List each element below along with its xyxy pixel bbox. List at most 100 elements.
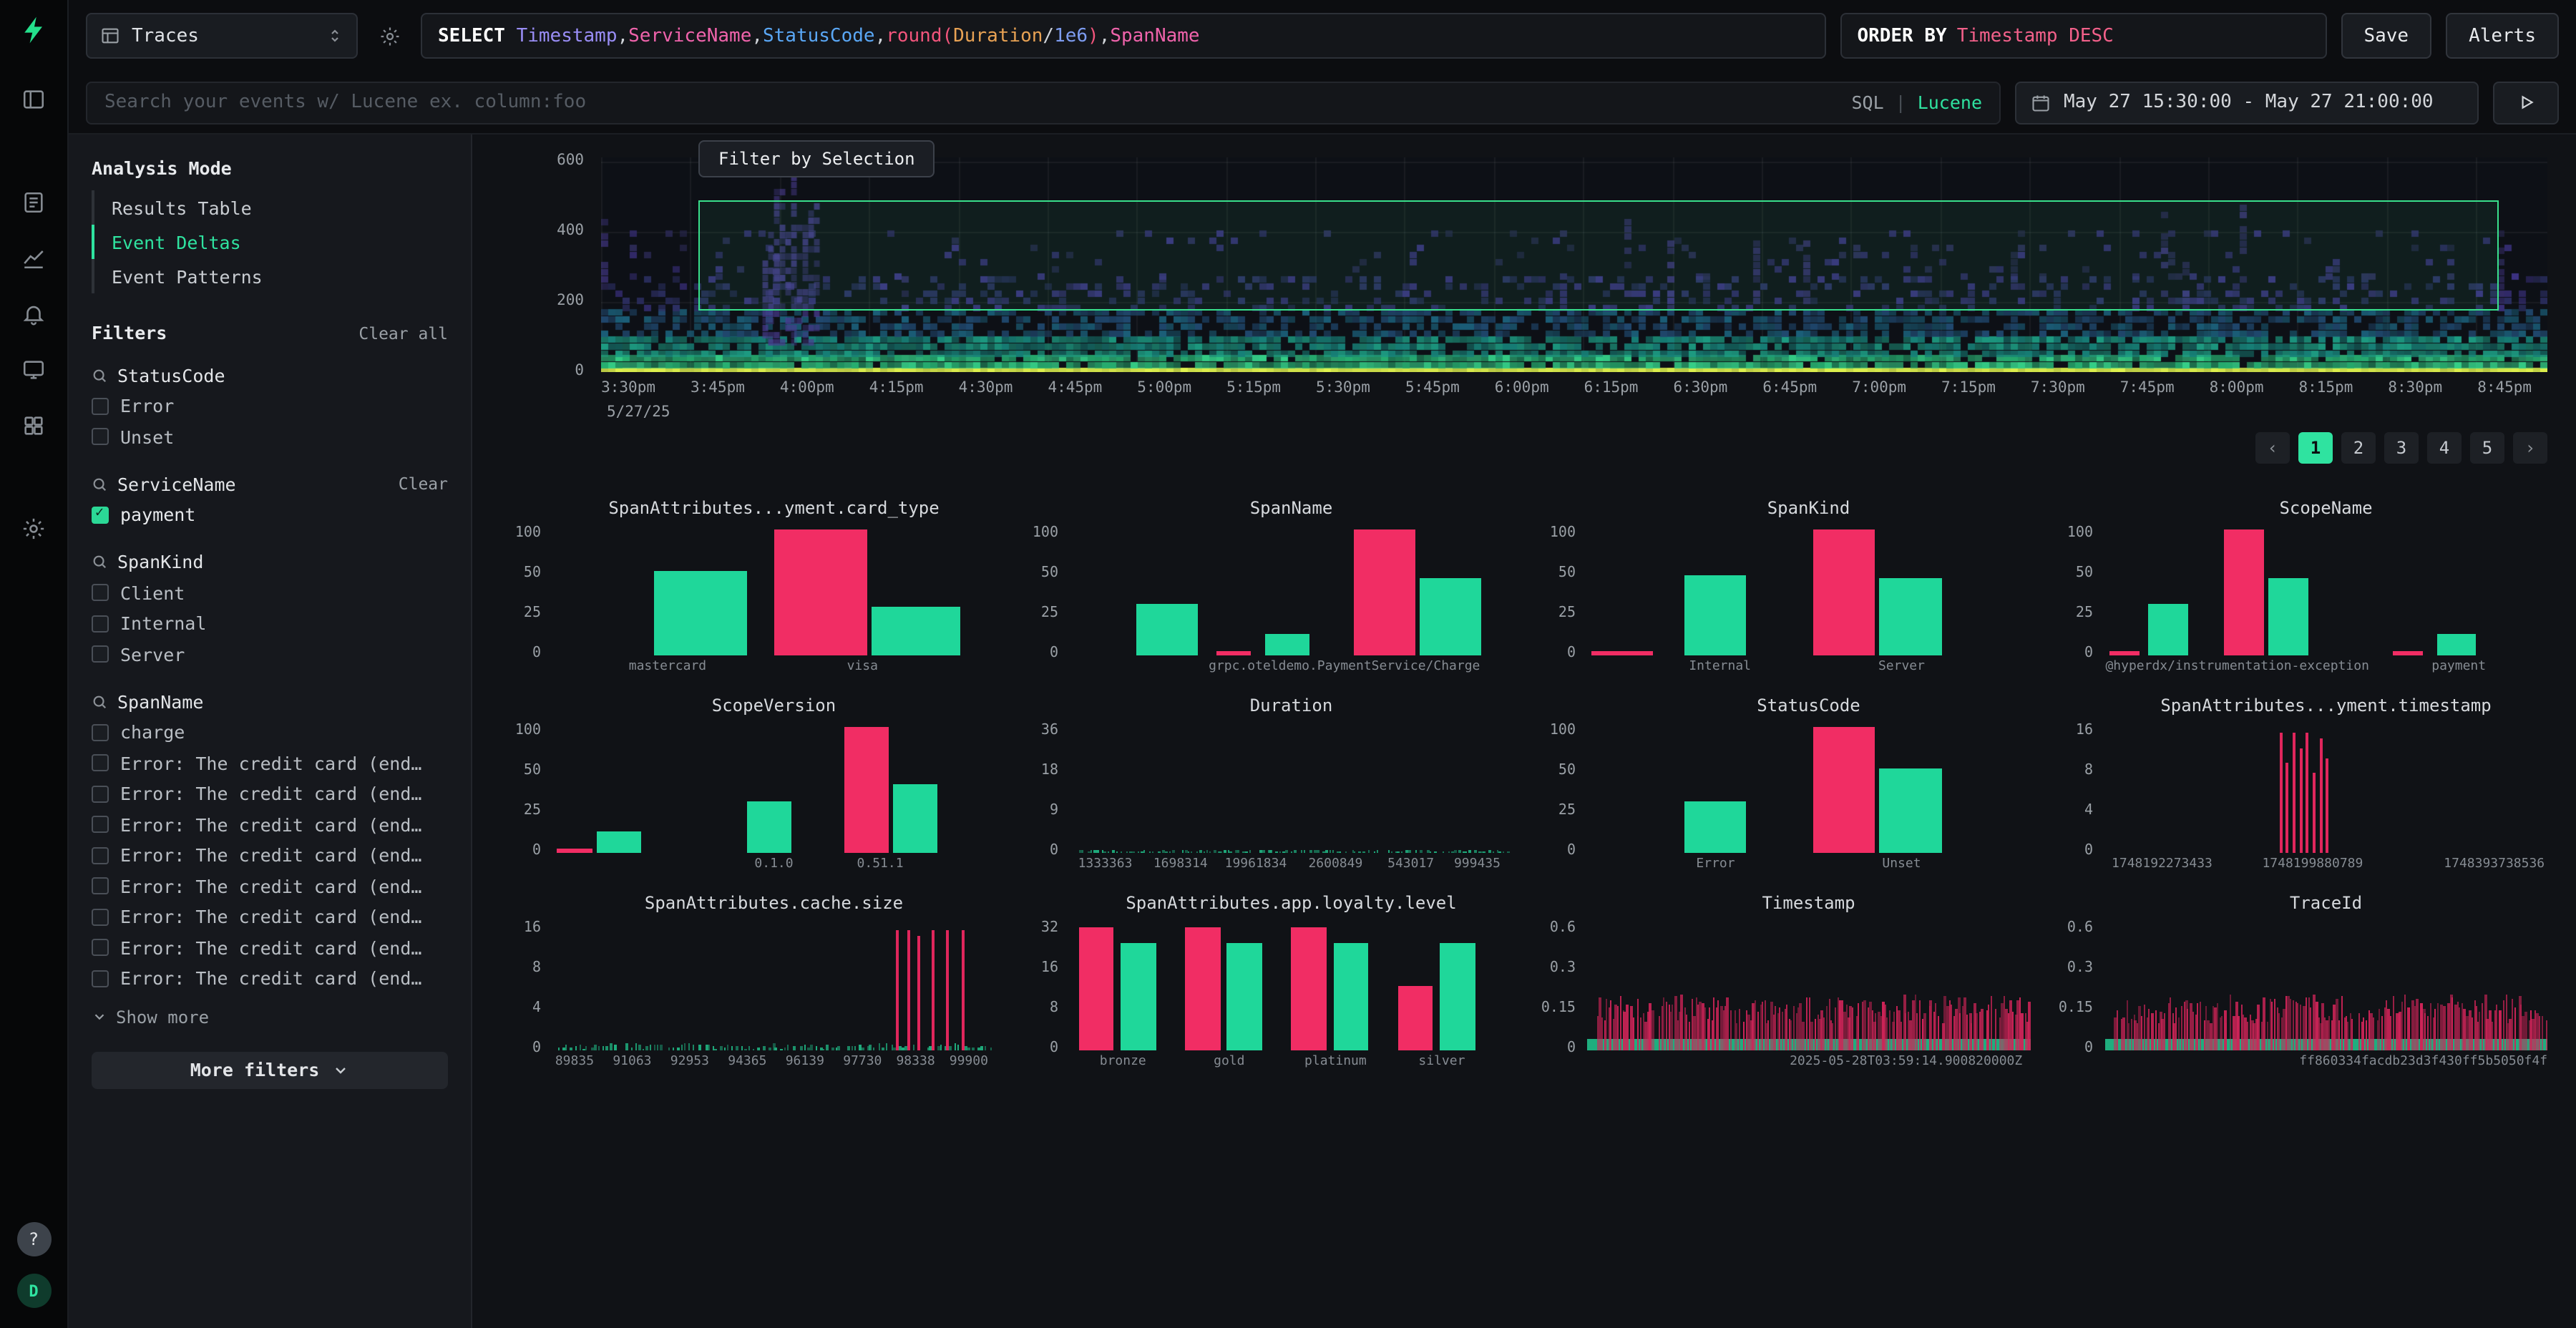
checkbox[interactable] <box>92 398 109 415</box>
page-button-2[interactable]: 2 <box>2341 432 2376 464</box>
checkbox[interactable] <box>92 816 109 834</box>
mini-chart-plot[interactable] <box>552 721 995 853</box>
time-range-picker[interactable]: May 27 15:30:00 - May 27 21:00:00 <box>2015 81 2479 124</box>
clear-all-filters-link[interactable]: Clear all <box>358 323 448 343</box>
source-settings-gear-icon[interactable] <box>372 19 406 53</box>
checkbox[interactable] <box>92 646 109 663</box>
run-query-button[interactable] <box>2493 81 2559 124</box>
mini-chart-plot[interactable] <box>2104 721 2547 853</box>
filter-group-header-servicename[interactable]: ServiceNameClear <box>92 468 448 499</box>
checkbox[interactable] <box>92 755 109 772</box>
chart-icon[interactable] <box>18 242 49 273</box>
checkbox[interactable] <box>92 970 109 987</box>
filter-option-error-the-credit-card-end[interactable]: Error: The credit card (end… <box>92 778 448 809</box>
density-stroke <box>594 1045 596 1050</box>
checkbox[interactable] <box>92 878 109 895</box>
services-grid-icon[interactable] <box>18 409 49 441</box>
mini-chart-plot[interactable] <box>1070 524 1513 655</box>
mini-chart-body: 00.150.30.6 <box>1536 919 2030 1050</box>
filter-option-charge[interactable]: charge <box>92 717 448 748</box>
density-stroke <box>1956 1009 1958 1050</box>
filter-option-server[interactable]: Server <box>92 639 448 670</box>
mini-chart-plot[interactable] <box>1070 919 1513 1050</box>
filter-group-header-spanname[interactable]: SpanName <box>92 685 448 717</box>
density-stroke <box>804 1045 806 1050</box>
checkbox[interactable] <box>92 939 109 957</box>
mini-chart-plot[interactable] <box>1587 721 2030 853</box>
panels-icon[interactable] <box>18 83 49 114</box>
mini-chart-y-tick: 0 <box>532 1040 541 1056</box>
prev-page-button[interactable]: ‹ <box>2255 432 2290 464</box>
mini-chart-plot[interactable] <box>552 919 995 1050</box>
filter-option-error-the-credit-card-end[interactable]: Error: The credit card (end… <box>92 963 448 994</box>
heatmap-selection-region[interactable] <box>698 200 2499 310</box>
sql-mode-toggle[interactable]: SQL <box>1851 92 1883 113</box>
filter-option-error[interactable]: Error <box>92 391 448 421</box>
mode-results-table[interactable]: Results Table <box>92 190 448 225</box>
density-stroke <box>1367 850 1370 853</box>
source-selector[interactable]: Traces <box>86 13 358 59</box>
alerts-bell-icon[interactable] <box>18 298 49 329</box>
page-button-4[interactable]: 4 <box>2427 432 2462 464</box>
checkbox[interactable] <box>92 507 109 524</box>
filter-option-error-the-credit-card-end[interactable]: Error: The credit card (end… <box>92 902 448 932</box>
more-filters-button[interactable]: More filters <box>92 1051 448 1088</box>
app-logo-bolt-icon[interactable] <box>18 14 49 46</box>
mini-chart-plot[interactable] <box>2104 524 2547 655</box>
settings-gear-icon[interactable] <box>18 512 49 544</box>
filter-option-internal[interactable]: Internal <box>92 608 448 639</box>
sql-select-input[interactable]: SELECT Timestamp,ServiceName,StatusCode,… <box>421 13 1825 59</box>
filter-option-payment[interactable]: payment <box>92 499 448 530</box>
mini-chart-plot[interactable] <box>552 524 995 655</box>
filter-group-header-spankind[interactable]: SpanKind <box>92 546 448 577</box>
next-page-button[interactable]: › <box>2513 432 2547 464</box>
filter-by-selection-button[interactable]: Filter by Selection <box>698 140 935 177</box>
mini-chart-plot[interactable] <box>1587 524 2030 655</box>
checkbox[interactable] <box>92 585 109 602</box>
filter-option-error-the-credit-card-end[interactable]: Error: The credit card (end… <box>92 871 448 902</box>
page-button-1[interactable]: 1 <box>2298 432 2333 464</box>
mini-chart-timestamp: Timestamp00.150.30.62025-05-28T03:59:14.… <box>1536 893 2030 1073</box>
heatmap-x-tick: 5:45pm <box>1405 379 1460 396</box>
clear-filter-link[interactable]: Clear <box>399 474 448 494</box>
mode-event-patterns[interactable]: Event Patterns <box>92 259 448 293</box>
checkbox[interactable] <box>92 429 109 446</box>
lucene-mode-toggle[interactable]: Lucene <box>1918 92 1982 113</box>
search-input[interactable]: Search your events w/ Lucene ex. column:… <box>86 81 2001 124</box>
order-by-input[interactable]: ORDER BY Timestamp DESC <box>1840 13 2326 59</box>
checkbox[interactable] <box>92 615 109 633</box>
checkbox[interactable] <box>92 847 109 864</box>
logs-icon[interactable] <box>18 186 49 218</box>
mini-chart-x-tick: 96139 <box>786 1055 824 1069</box>
filter-option-error-the-credit-card-end[interactable]: Error: The credit card (end… <box>92 840 448 871</box>
show-more-toggle[interactable]: Show more <box>92 1002 448 1031</box>
dashboards-monitor-icon[interactable] <box>18 353 49 385</box>
filter-option-unset[interactable]: Unset <box>92 421 448 452</box>
bar <box>1333 943 1369 1051</box>
save-button[interactable]: Save <box>2341 13 2431 59</box>
density-stroke <box>660 1045 663 1050</box>
checkbox[interactable] <box>92 909 109 926</box>
filter-option-error-the-credit-card-end[interactable]: Error: The credit card (end… <box>92 748 448 778</box>
page-button-5[interactable]: 5 <box>2470 432 2504 464</box>
user-avatar[interactable]: D <box>16 1274 51 1308</box>
filter-option-client[interactable]: Client <box>92 577 448 608</box>
alerts-button[interactable]: Alerts <box>2446 13 2559 59</box>
mode-event-deltas[interactable]: Event Deltas <box>92 225 448 259</box>
help-button[interactable]: ? <box>16 1222 51 1256</box>
filter-option-error-the-credit-card-end[interactable]: Error: The credit card (end… <box>92 809 448 840</box>
mini-chart-plot[interactable] <box>1070 721 1513 853</box>
heatmap-plot[interactable]: Filter by Selection <box>601 157 2547 372</box>
density-stroke <box>1930 1001 1932 1050</box>
filter-option-error-the-credit-card-end[interactable]: Error: The credit card (end… <box>92 932 448 963</box>
filter-group-header-statuscode[interactable]: StatusCode <box>92 359 448 391</box>
checkbox[interactable] <box>92 724 109 741</box>
page-button-3[interactable]: 3 <box>2384 432 2419 464</box>
density-stroke <box>1332 851 1335 853</box>
mini-chart-y-axis: 04816 <box>2053 721 2104 853</box>
mini-chart-y-axis: 081632 <box>1018 919 1070 1050</box>
mini-chart-plot[interactable] <box>2104 919 2547 1050</box>
checkbox[interactable] <box>92 786 109 803</box>
mini-chart-plot[interactable] <box>1587 919 2030 1050</box>
pagination: ‹12345 › <box>501 432 2547 464</box>
